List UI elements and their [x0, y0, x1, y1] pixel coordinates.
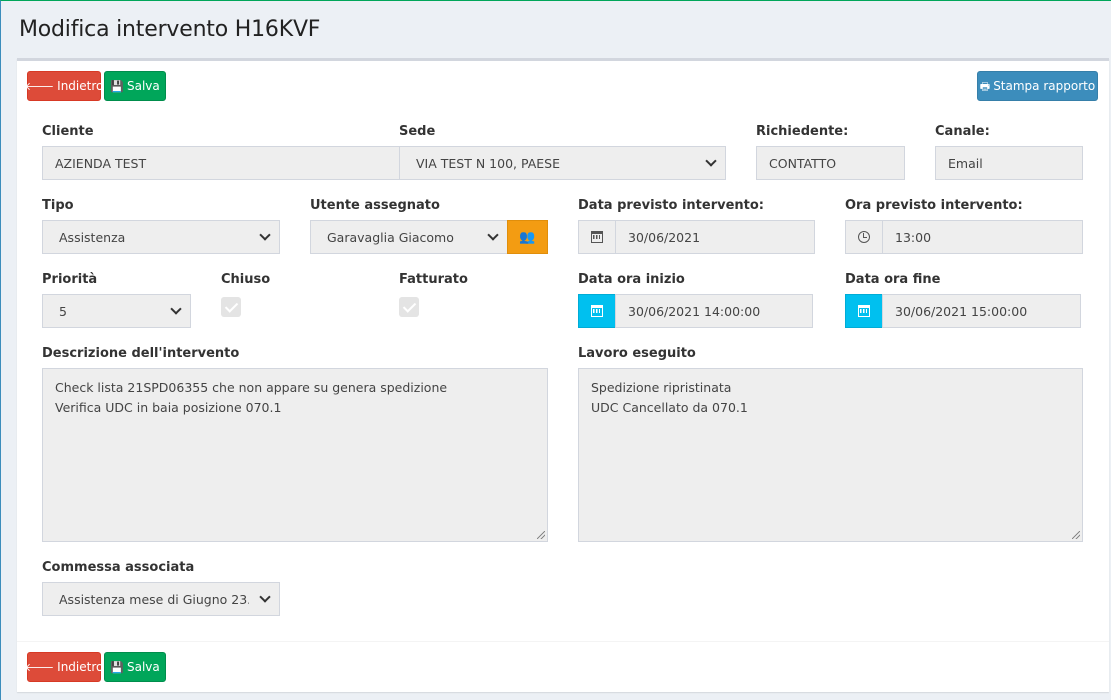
- calendar-addon: [578, 220, 616, 254]
- chevron-down-icon: [259, 591, 271, 603]
- descrizione-label: Descrizione dell'intervento: [42, 346, 240, 361]
- ora-previsto-label: Ora previsto intervento:: [845, 198, 1023, 213]
- save-button[interactable]: 💾 Salva: [104, 71, 166, 101]
- cliente-field[interactable]: AZIENDA TEST: [42, 146, 400, 180]
- tipo-label: Tipo: [42, 198, 74, 213]
- data-previsto-field[interactable]: 30/06/2021: [615, 220, 815, 254]
- users-icon: 👥: [519, 229, 536, 244]
- data-inizio-field[interactable]: 30/06/2021 14:00:00: [615, 294, 813, 328]
- page-header: Modifica intervento H16KVF: [19, 17, 320, 42]
- lavoro-line: UDC Cancellato da 070.1: [591, 400, 748, 415]
- chevron-down-icon: [170, 303, 182, 315]
- commessa-select[interactable]: Assistenza mese di Giugno 23.0/3: [42, 582, 280, 616]
- chevron-down-icon: [705, 155, 717, 167]
- tipo-select[interactable]: Assistenza: [42, 220, 280, 254]
- canale-field[interactable]: Email: [935, 146, 1083, 180]
- resize-handle-icon[interactable]: [537, 531, 545, 539]
- richiedente-label: Richiedente:: [756, 124, 849, 139]
- print-report-label: Stampa rapporto: [993, 79, 1096, 93]
- cliente-label: Cliente: [42, 124, 94, 139]
- data-fine-value: 30/06/2021 15:00:00: [895, 303, 1028, 319]
- arrow-left-icon: 🡐: [24, 79, 55, 93]
- print-report-button[interactable]: 🖶 Stampa rapporto: [977, 71, 1098, 101]
- save-button-bottom[interactable]: 💾 Salva: [104, 652, 166, 682]
- data-fine-calendar-button[interactable]: [845, 294, 883, 328]
- resize-handle-icon[interactable]: [1072, 531, 1080, 539]
- cliente-value: AZIENDA TEST: [55, 155, 147, 171]
- commessa-value: Assistenza mese di Giugno 23.0/3: [59, 591, 249, 607]
- back-button-label: Indietro: [57, 79, 104, 93]
- descrizione-textarea[interactable]: Check lista 21SPD06355 che non appare su…: [42, 368, 548, 542]
- chiuso-label: Chiuso: [221, 272, 271, 287]
- arrow-left-icon: 🡐: [24, 660, 55, 674]
- chiuso-checkbox[interactable]: [221, 297, 241, 317]
- calendar-icon: [858, 305, 870, 317]
- form-box: 🡐 Indietro 💾 Salva 🖶 Stampa rapporto Cli…: [17, 58, 1109, 692]
- chevron-down-icon: [259, 229, 271, 241]
- back-button-label: Indietro: [57, 660, 104, 674]
- commessa-label: Commessa associata: [42, 560, 195, 575]
- priorita-select[interactable]: 5: [42, 294, 191, 328]
- clock-icon: [858, 231, 870, 243]
- richiedente-field[interactable]: CONTATTO: [756, 146, 905, 180]
- back-button-bottom[interactable]: 🡐 Indietro: [24, 652, 104, 682]
- lavoro-line: Spedizione ripristinata: [591, 380, 732, 395]
- priorita-label: Priorità: [42, 272, 98, 287]
- canale-label: Canale:: [935, 124, 990, 139]
- back-button[interactable]: 🡐 Indietro: [24, 71, 104, 101]
- ora-previsto-value: 13:00: [895, 229, 932, 245]
- page-title: Modifica intervento H16KVF: [19, 17, 321, 42]
- data-inizio-calendar-button[interactable]: [578, 294, 616, 328]
- printer-icon: 🖶: [979, 79, 991, 93]
- fatturato-label: Fatturato: [399, 272, 468, 287]
- sede-label: Sede: [399, 124, 436, 139]
- calendar-icon: [591, 231, 603, 243]
- utente-label: Utente assegnato: [310, 198, 440, 213]
- sede-value: VIA TEST N 100, PAESE: [416, 155, 560, 171]
- calendar-icon: [591, 305, 603, 317]
- canale-value: Email: [948, 155, 983, 171]
- utente-value: Garavaglia Giacomo: [327, 229, 454, 245]
- footer-divider: [17, 641, 1109, 642]
- richiedente-value: CONTATTO: [769, 155, 837, 171]
- save-button-label: Salva: [126, 79, 160, 93]
- data-inizio-value: 30/06/2021 14:00:00: [628, 303, 761, 319]
- save-button-label: Salva: [126, 660, 160, 674]
- chevron-down-icon: [487, 229, 499, 241]
- priorita-value: 5: [59, 303, 67, 319]
- clock-addon: [845, 220, 883, 254]
- floppy-disk-icon: 💾: [110, 79, 124, 93]
- data-inizio-label: Data ora inizio: [578, 272, 685, 287]
- lavoro-textarea[interactable]: Spedizione ripristinata UDC Cancellato d…: [578, 368, 1083, 542]
- fatturato-checkbox[interactable]: [399, 297, 419, 317]
- floppy-disk-icon: 💾: [110, 660, 124, 674]
- utente-select[interactable]: Garavaglia Giacomo: [310, 220, 508, 254]
- descrizione-line: Check lista 21SPD06355 che non appare su…: [55, 380, 448, 395]
- data-fine-field[interactable]: 30/06/2021 15:00:00: [882, 294, 1081, 328]
- data-previsto-label: Data previsto intervento:: [578, 198, 764, 213]
- tipo-value: Assistenza: [59, 229, 126, 245]
- ora-previsto-field[interactable]: 13:00: [882, 220, 1083, 254]
- data-fine-label: Data ora fine: [845, 272, 941, 287]
- data-previsto-value: 30/06/2021: [628, 229, 701, 245]
- sede-select[interactable]: VIA TEST N 100, PAESE: [399, 146, 726, 180]
- descrizione-line: Verifica UDC in baia posizione 070.1: [55, 400, 282, 415]
- lavoro-label: Lavoro eseguito: [578, 346, 696, 361]
- users-button[interactable]: 👥: [507, 220, 548, 254]
